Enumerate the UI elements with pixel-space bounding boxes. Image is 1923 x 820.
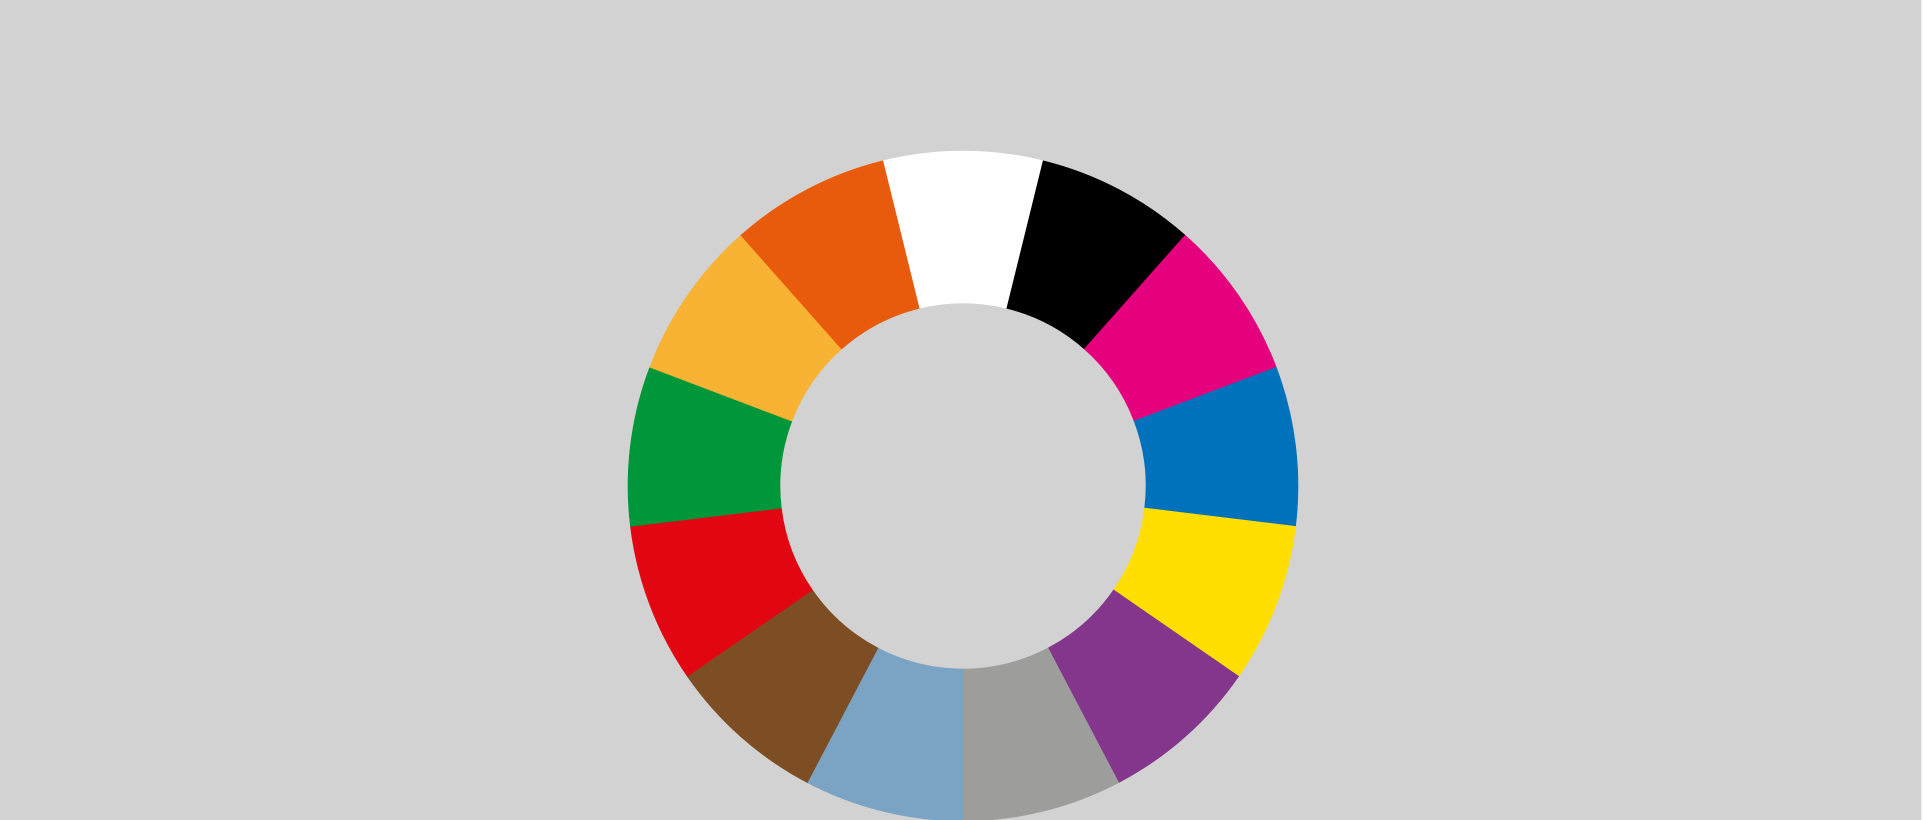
color-wheel	[627, 150, 1299, 820]
color-wheel-segments	[627, 150, 1299, 820]
canvas	[0, 0, 1923, 820]
